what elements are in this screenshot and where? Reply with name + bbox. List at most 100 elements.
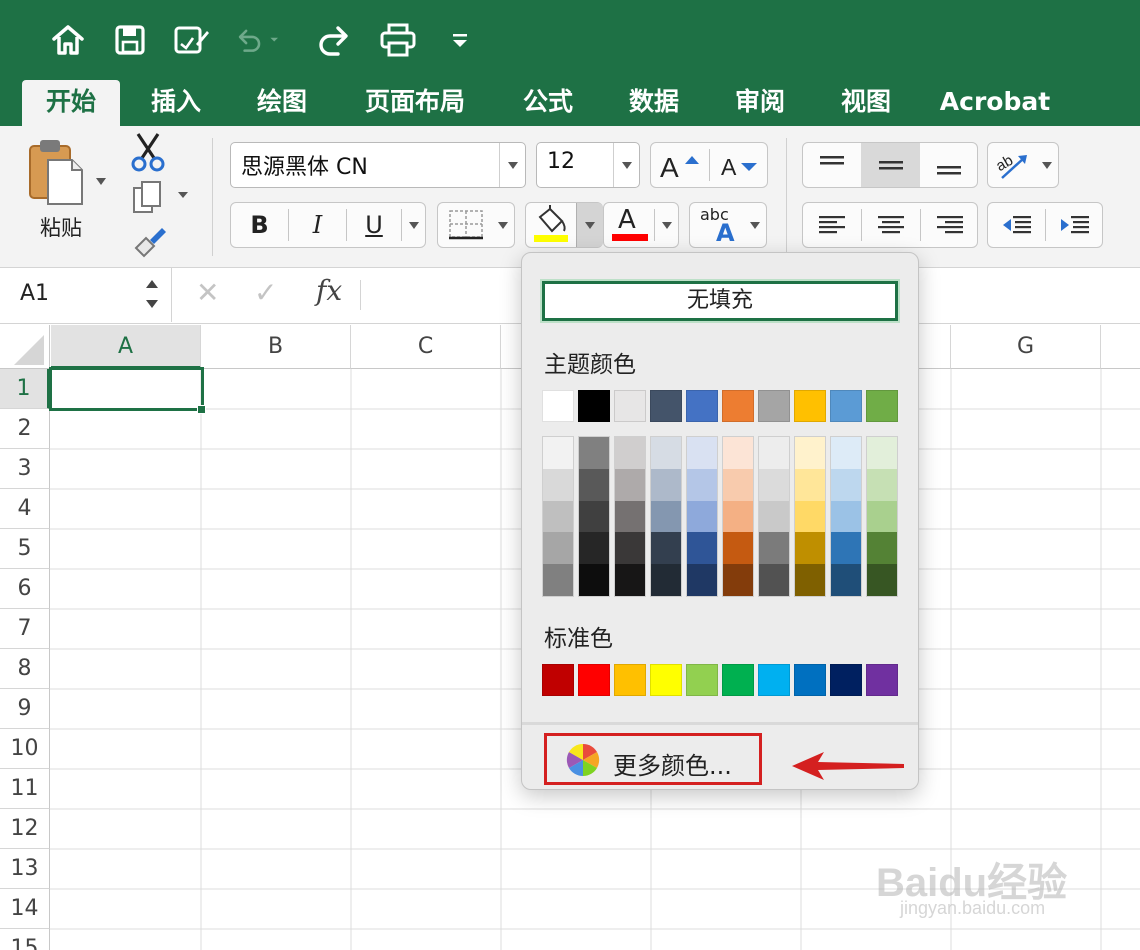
orientation-button[interactable]: ab — [987, 142, 1059, 188]
theme-shade-swatch[interactable] — [651, 532, 681, 565]
theme-shade-swatch[interactable] — [543, 532, 573, 565]
theme-color-swatch[interactable] — [794, 390, 826, 422]
theme-shade-swatch[interactable] — [723, 564, 753, 596]
theme-shade-swatch[interactable] — [687, 564, 717, 596]
tab-acrobat[interactable]: Acrobat — [938, 80, 1052, 126]
fill-color-dropdown[interactable] — [576, 203, 603, 247]
standard-color-swatch[interactable] — [542, 664, 574, 696]
align-right-button[interactable] — [921, 203, 978, 247]
theme-shade-swatch[interactable] — [831, 468, 861, 501]
tab-home[interactable]: 开始 — [22, 80, 120, 126]
theme-shade-swatch[interactable] — [867, 500, 897, 533]
theme-shade-swatch[interactable] — [759, 437, 789, 469]
theme-shade-swatch[interactable] — [867, 468, 897, 501]
theme-shade-swatch[interactable] — [651, 437, 681, 469]
theme-shade-swatch[interactable] — [831, 532, 861, 565]
theme-shade-swatch[interactable] — [867, 532, 897, 565]
fill-handle[interactable] — [197, 405, 206, 414]
customize-toolbar-icon[interactable] — [438, 18, 482, 62]
standard-color-swatch[interactable] — [722, 664, 754, 696]
theme-shade-swatch[interactable] — [615, 468, 645, 501]
standard-color-swatch[interactable] — [866, 664, 898, 696]
theme-shade-swatch[interactable] — [867, 564, 897, 596]
theme-shade-swatch[interactable] — [543, 437, 573, 469]
font-name-dropdown[interactable] — [499, 143, 525, 187]
row-header[interactable]: 1 — [0, 369, 50, 409]
phonetic-guide-button[interactable]: abc A — [689, 202, 767, 248]
font-size-field[interactable]: 12 — [536, 142, 640, 188]
column-header[interactable]: A — [51, 325, 201, 369]
row-header[interactable]: 3 — [0, 449, 50, 489]
theme-shade-swatch[interactable] — [543, 468, 573, 501]
theme-shade-swatch[interactable] — [543, 500, 573, 533]
theme-shade-swatch[interactable] — [579, 468, 609, 501]
save-icon[interactable] — [108, 18, 152, 62]
theme-shade-swatch[interactable] — [615, 564, 645, 596]
tab-page-layout[interactable]: 页面布局 — [352, 80, 478, 126]
underline-button[interactable]: U — [347, 203, 401, 247]
theme-color-swatch[interactable] — [722, 390, 754, 422]
italic-button[interactable]: I — [289, 203, 346, 247]
tab-formulas[interactable]: 公式 — [508, 80, 588, 126]
align-middle-button[interactable] — [861, 143, 920, 187]
column-header[interactable]: B — [201, 325, 351, 369]
column-header[interactable]: C — [351, 325, 501, 369]
standard-color-swatch[interactable] — [758, 664, 790, 696]
theme-shade-swatch[interactable] — [759, 500, 789, 533]
undo-icon[interactable] — [234, 18, 278, 62]
more-colors-button[interactable]: 更多颜色... — [544, 733, 762, 785]
select-all-button[interactable] — [0, 325, 50, 369]
theme-shade-swatch[interactable] — [651, 468, 681, 501]
chevron-down-icon[interactable] — [1042, 162, 1052, 169]
tab-view[interactable]: 视图 — [826, 80, 906, 126]
font-color-button[interactable]: A — [603, 202, 679, 248]
theme-shade-swatch[interactable] — [579, 564, 609, 596]
theme-shade-swatch[interactable] — [723, 468, 753, 501]
theme-shade-swatch[interactable] — [723, 437, 753, 469]
theme-shade-swatch[interactable] — [579, 437, 609, 469]
theme-shade-swatch[interactable] — [795, 564, 825, 596]
theme-shade-swatch[interactable] — [759, 532, 789, 565]
name-box[interactable]: A1 — [0, 268, 172, 322]
theme-shade-swatch[interactable] — [759, 564, 789, 596]
redo-icon[interactable] — [312, 18, 356, 62]
underline-dropdown[interactable] — [402, 203, 426, 247]
chevron-down-icon[interactable] — [662, 222, 672, 229]
align-center-button[interactable] — [862, 203, 920, 247]
theme-shade-swatch[interactable] — [759, 468, 789, 501]
tab-review[interactable]: 审阅 — [720, 80, 800, 126]
confirm-formula-button[interactable]: ✓ — [254, 276, 277, 309]
theme-shade-swatch[interactable] — [615, 437, 645, 469]
row-header[interactable]: 8 — [0, 649, 50, 689]
row-header[interactable]: 6 — [0, 569, 50, 609]
theme-shade-swatch[interactable] — [615, 500, 645, 533]
theme-shade-swatch[interactable] — [867, 437, 897, 469]
cut-icon[interactable] — [130, 132, 166, 176]
theme-color-swatch[interactable] — [686, 390, 718, 422]
theme-shade-swatch[interactable] — [723, 500, 753, 533]
row-header[interactable]: 5 — [0, 529, 50, 569]
theme-color-swatch[interactable] — [578, 390, 610, 422]
row-header[interactable]: 15 — [0, 929, 50, 950]
fill-color-button[interactable] — [525, 202, 603, 248]
no-fill-button[interactable]: 无填充 — [542, 281, 898, 321]
font-size-dropdown[interactable] — [613, 143, 639, 187]
theme-shade-swatch[interactable] — [831, 564, 861, 596]
theme-shade-swatch[interactable] — [795, 500, 825, 533]
row-header[interactable]: 11 — [0, 769, 50, 809]
standard-color-swatch[interactable] — [578, 664, 610, 696]
theme-shade-swatch[interactable] — [831, 437, 861, 469]
paste-dropdown-caret[interactable] — [96, 178, 106, 185]
active-cell-a1[interactable] — [49, 367, 204, 411]
theme-shade-swatch[interactable] — [795, 437, 825, 469]
chevron-down-icon[interactable] — [498, 222, 508, 229]
row-header[interactable]: 9 — [0, 689, 50, 729]
theme-shade-swatch[interactable] — [543, 564, 573, 596]
row-header[interactable]: 13 — [0, 849, 50, 889]
row-header[interactable]: 14 — [0, 889, 50, 929]
theme-shade-swatch[interactable] — [723, 532, 753, 565]
borders-button[interactable] — [437, 202, 515, 248]
insert-function-button[interactable]: fx — [316, 274, 342, 307]
cancel-formula-button[interactable]: ✕ — [196, 276, 219, 309]
name-box-stepper-icon[interactable] — [144, 274, 160, 314]
